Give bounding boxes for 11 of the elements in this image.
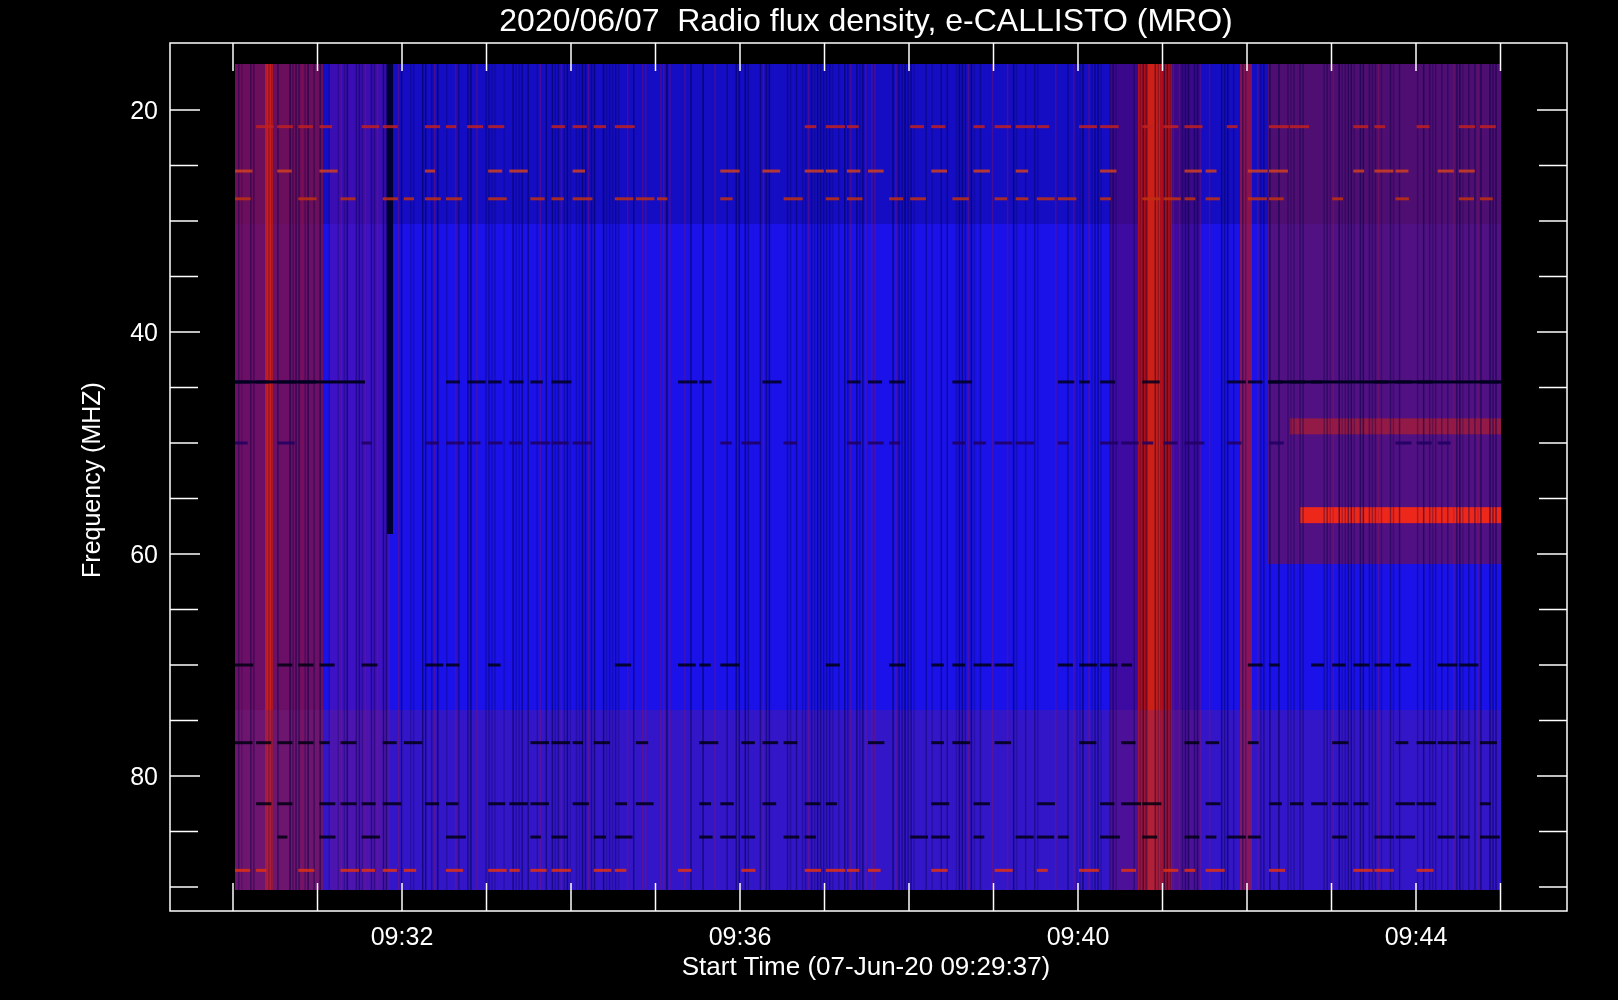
y-tick-label: 20 (130, 96, 158, 124)
x-tick-label: 09:32 (370, 922, 434, 950)
x-tick-label: 09:40 (1046, 922, 1110, 950)
x-tick-label: 09:44 (1384, 922, 1448, 950)
y-tick-label: 80 (130, 762, 158, 790)
x-axis-label: Start Time (07-Jun-20 09:29:37) (681, 951, 1051, 981)
y-axis-label: Frequency (MHZ) (77, 382, 105, 578)
x-tick-label: 09:36 (708, 922, 772, 950)
y-tick-label: 40 (130, 318, 158, 346)
y-tick-label: 60 (130, 540, 158, 568)
chart-title: 2020/06/07 Radio flux density, e-CALLISTO (MRO) (499, 2, 1233, 38)
